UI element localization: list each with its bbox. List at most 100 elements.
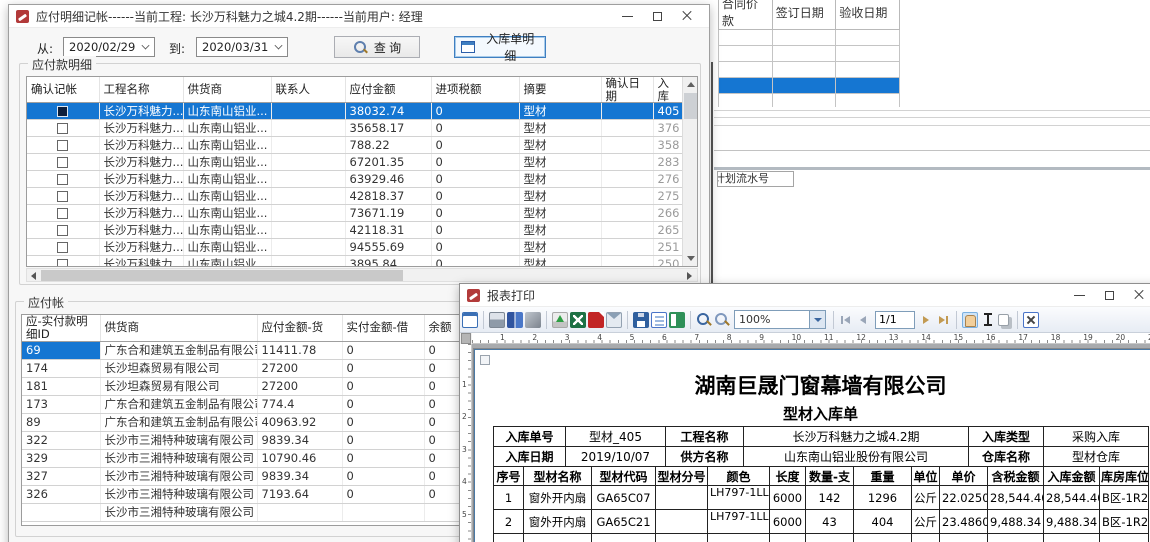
report-page: 湖南巨晟门窗幕墙有限公司 型材入库单 入库单号型材_405工程名称长沙万科魅力之… [474,349,1150,542]
column-header[interactable]: 进项税额 [431,77,519,103]
to-date-select[interactable]: 2020/03/31 [196,37,288,57]
confirm-checkbox[interactable] [57,242,68,253]
save-icon[interactable] [633,312,649,328]
column-header: 长度 [770,467,806,486]
table-row[interactable]: 长沙万科魅力...山东南山铝业...3895.840型材250 [27,256,682,267]
confirm-checkbox[interactable] [57,157,68,168]
from-date-select[interactable]: 2020/02/29 [63,37,155,57]
column-header[interactable]: 确认日期 [601,77,653,103]
copy-icon[interactable] [998,314,1009,326]
chevron-down-icon[interactable] [809,311,825,328]
table-row[interactable] [719,46,900,62]
pdf-export-icon[interactable] [588,312,604,328]
page-number-input[interactable] [875,311,915,329]
confirm-checkbox[interactable] [57,208,68,219]
column-header[interactable]: 应-实付款明细ID [22,315,100,341]
minimize-button[interactable] [612,6,642,26]
column-header[interactable]: 合同价款 [719,0,773,30]
column-header[interactable]: 联系人 [271,77,345,103]
column-header[interactable]: 验收日期 [836,0,900,30]
scroll-up-icon[interactable] [683,77,698,92]
next-page-icon[interactable] [919,312,934,328]
column-header[interactable]: 入库 [653,77,682,103]
zoom-select[interactable]: 100% [734,310,826,329]
ruler-number: 4 [597,333,602,342]
horizontal-scrollbar[interactable] [26,268,698,282]
confirm-checkbox[interactable] [57,174,68,185]
column-header: 单价 [940,467,988,486]
scroll-down-icon[interactable] [683,251,698,266]
column-header[interactable]: 实付金额-借 [342,315,424,341]
column-header[interactable]: 供货商 [100,315,257,341]
column-header[interactable]: 应付金额-货 [257,315,342,341]
document-icon[interactable] [462,312,478,328]
vertical-scrollbar[interactable] [682,77,697,266]
column-header[interactable]: 确认记帐 [27,77,99,103]
column-header: 库房库位 [1100,467,1149,486]
table-row[interactable]: 长沙万科魅力...山东南山铝业...38032.740型材405 [27,103,682,120]
table-row[interactable] [719,62,900,78]
column-header[interactable]: 工程名称 [99,77,183,103]
payable-detail-group: 应付款明细 确认记帐工程名称供货商联系人应付金额进项税额摘要确认日期入库 长沙万… [19,63,701,285]
ruler-number: 1 [462,380,467,389]
confirm-checkbox[interactable] [57,191,68,202]
detail-grid-header: 确认记帐工程名称供货商联系人应付金额进项税额摘要确认日期入库 [27,77,682,103]
export-icon[interactable] [552,312,568,328]
facing-pages-icon[interactable] [669,312,685,328]
printer-icon[interactable] [489,312,505,328]
column-header[interactable]: 应付金额 [345,77,431,103]
preview-toolbar: 100% [460,307,1150,333]
column-header[interactable]: 签订日期 [772,0,836,30]
table-row[interactable] [719,78,900,94]
scroll-left-icon[interactable] [29,271,39,281]
table-row[interactable]: 长沙万科魅力...山东南山铝业...788.220型材358 [27,137,682,154]
confirm-checkbox[interactable] [57,140,68,151]
inbound-detail-button[interactable]: 入库单明细 [454,36,546,58]
maximize-button[interactable] [1094,285,1124,305]
close-button[interactable] [672,6,702,26]
confirm-checkbox[interactable] [57,259,68,267]
table-row[interactable]: 长沙万科魅力...山东南山铝业...42118.310型材265 [27,222,682,239]
scroll-right-icon[interactable] [685,271,695,281]
settings-icon[interactable] [525,312,541,328]
previous-page-icon[interactable] [856,312,871,328]
single-page-icon[interactable] [651,312,667,328]
page-setup-icon[interactable] [507,312,523,328]
text-select-icon[interactable] [980,312,996,328]
scrollbar-thumb[interactable] [684,93,697,119]
titlebar[interactable]: 应付明细记帐------当前工程: 长沙万科魅力之城4.2期------当前用户… [9,5,709,28]
table-row[interactable]: 长沙万科魅力...山东南山铝业...67201.350型材283 [27,154,682,171]
table-row[interactable]: 长沙万科魅力...山东南山铝业...63929.460型材276 [27,171,682,188]
hand-icon[interactable] [962,312,978,328]
zoom-out-icon[interactable] [714,312,730,328]
last-page-icon[interactable] [936,312,951,328]
table-row[interactable]: 长沙万科魅力...山东南山铝业...73671.190型材266 [27,205,682,222]
titlebar[interactable]: 报表打印 [460,284,1150,307]
table-row[interactable] [719,30,900,46]
contract-table: 合同价款签订日期验收日期 [718,0,900,107]
table-row[interactable] [719,94,900,108]
zoom-in-icon[interactable] [696,312,712,328]
preview-area[interactable]: 12345 湖南巨晟门窗幕墙有限公司 型材入库单 入库单号型材_405工程名称长… [460,344,1150,542]
close-preview-icon[interactable] [1023,312,1039,328]
contract-table-viewport: 合同价款签订日期验收日期 [718,0,900,107]
table-row[interactable]: 长沙万科魅力...山东南山铝业...42818.370型材275 [27,188,682,205]
table-row[interactable]: 长沙万科魅力...山东南山铝业...35658.170型材376 [27,120,682,137]
column-header[interactable]: 供货商 [183,77,271,103]
query-button[interactable]: 查 询 [334,36,420,58]
confirm-checkbox[interactable] [57,123,68,134]
email-export-icon[interactable] [606,312,622,328]
maximize-button[interactable] [642,6,672,26]
first-page-icon[interactable] [839,312,854,328]
confirm-checkbox[interactable] [57,225,68,236]
inbound-info-table: 入库单号型材_405工程名称长沙万科魅力之城4.2期入库类型采购入库入库日期20… [493,426,1149,467]
close-button[interactable] [1124,285,1150,305]
confirm-checkbox[interactable] [57,106,68,117]
excel-export-icon[interactable] [570,312,586,328]
minimize-button[interactable] [1064,285,1094,305]
scrollbar-thumb[interactable] [41,270,403,281]
column-header[interactable]: 摘要 [519,77,601,103]
table-row[interactable]: 长沙万科魅力...山东南山铝业...94555.690型材251 [27,239,682,256]
app-icon [467,289,480,302]
ruler-number: 10 [792,333,802,342]
